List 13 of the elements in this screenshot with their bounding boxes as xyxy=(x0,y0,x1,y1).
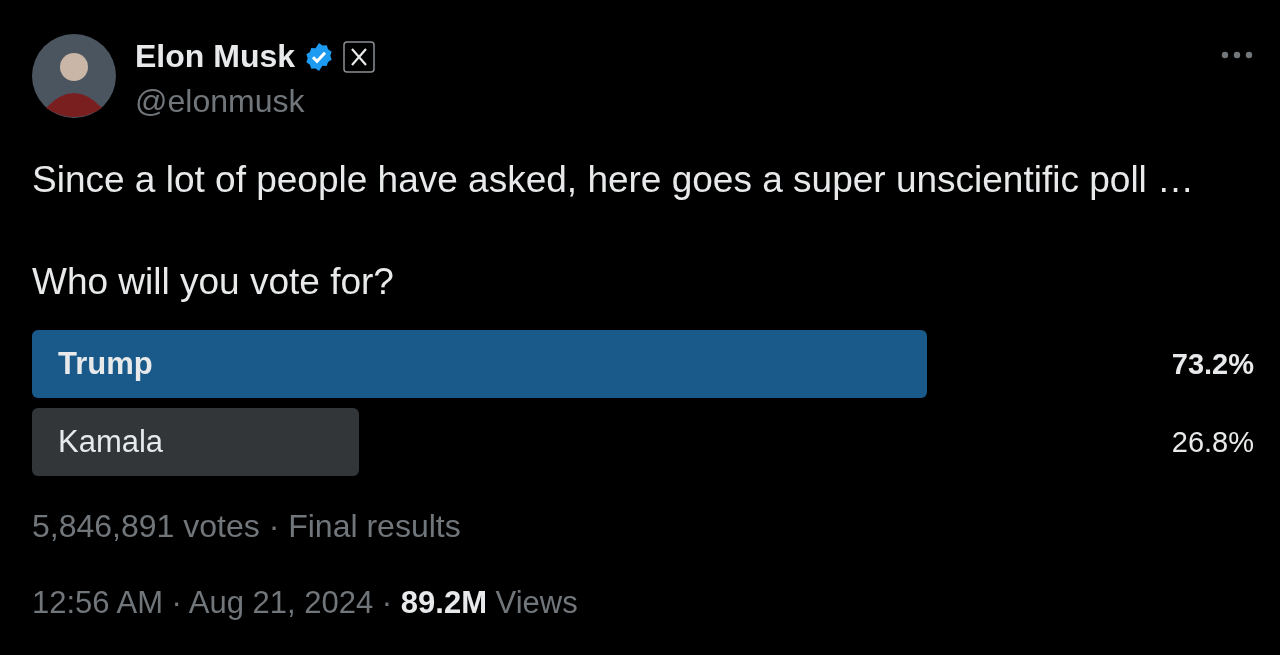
tweet-text: Since a lot of people have asked, here goes a super unscientific poll … xyxy=(32,158,1196,202)
cross-badge-icon xyxy=(343,40,375,73)
poll-percentage: 26.8% xyxy=(1171,425,1254,459)
tweet-text: Who will you vote for? xyxy=(32,260,395,304)
poll-summary: 5,846,891 votes · Final results xyxy=(32,508,462,545)
poll-option-label: Trump xyxy=(58,346,153,382)
timestamp-line: 12:56 AM · Aug 21, 2024 · 89.2M Views xyxy=(32,585,579,621)
avatar[interactable] xyxy=(32,34,116,118)
author-name[interactable]: Elon Musk xyxy=(135,38,295,75)
author-handle[interactable]: @elonmusk xyxy=(135,83,375,120)
more-icon[interactable] xyxy=(1220,50,1254,60)
poll-option-label: Kamala xyxy=(58,424,164,460)
poll-percentage: 73.2% xyxy=(1171,347,1254,381)
